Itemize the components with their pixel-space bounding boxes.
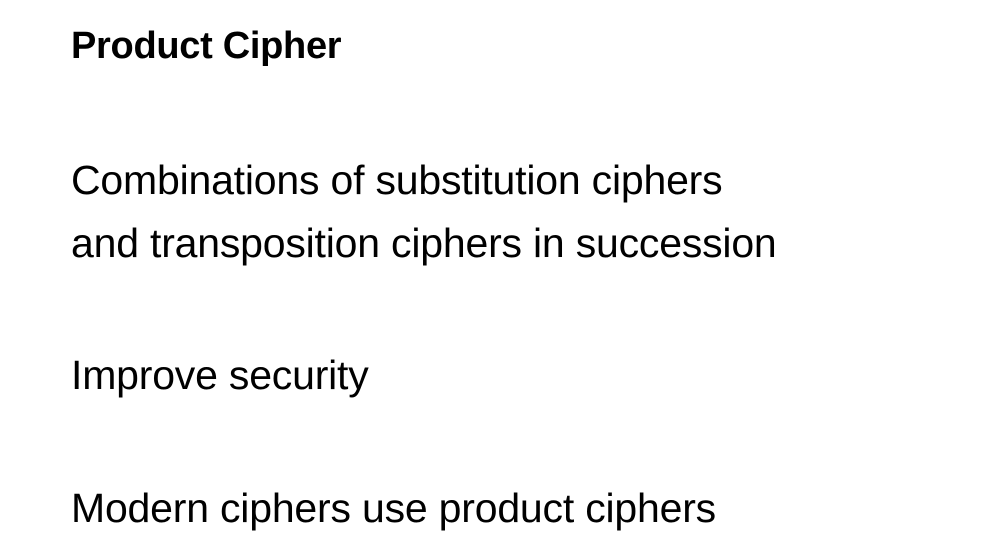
slide-title: Product Cipher (71, 25, 342, 67)
slide: Product Cipher Combinations of substitut… (0, 0, 989, 547)
bullet-point-combinations: Combinations of substitution ciphers and… (71, 149, 777, 275)
bullet-point-modern-ciphers: Modern ciphers use product ciphers (71, 477, 716, 540)
bullet-point-line: Improve security (71, 352, 369, 398)
bullet-point-line: and transposition ciphers in succession (71, 220, 777, 266)
bullet-point-line: Combinations of substitution ciphers (71, 157, 723, 203)
bullet-point-line: Modern ciphers use product ciphers (71, 485, 716, 531)
bullet-point-improve-security: Improve security (71, 344, 369, 407)
